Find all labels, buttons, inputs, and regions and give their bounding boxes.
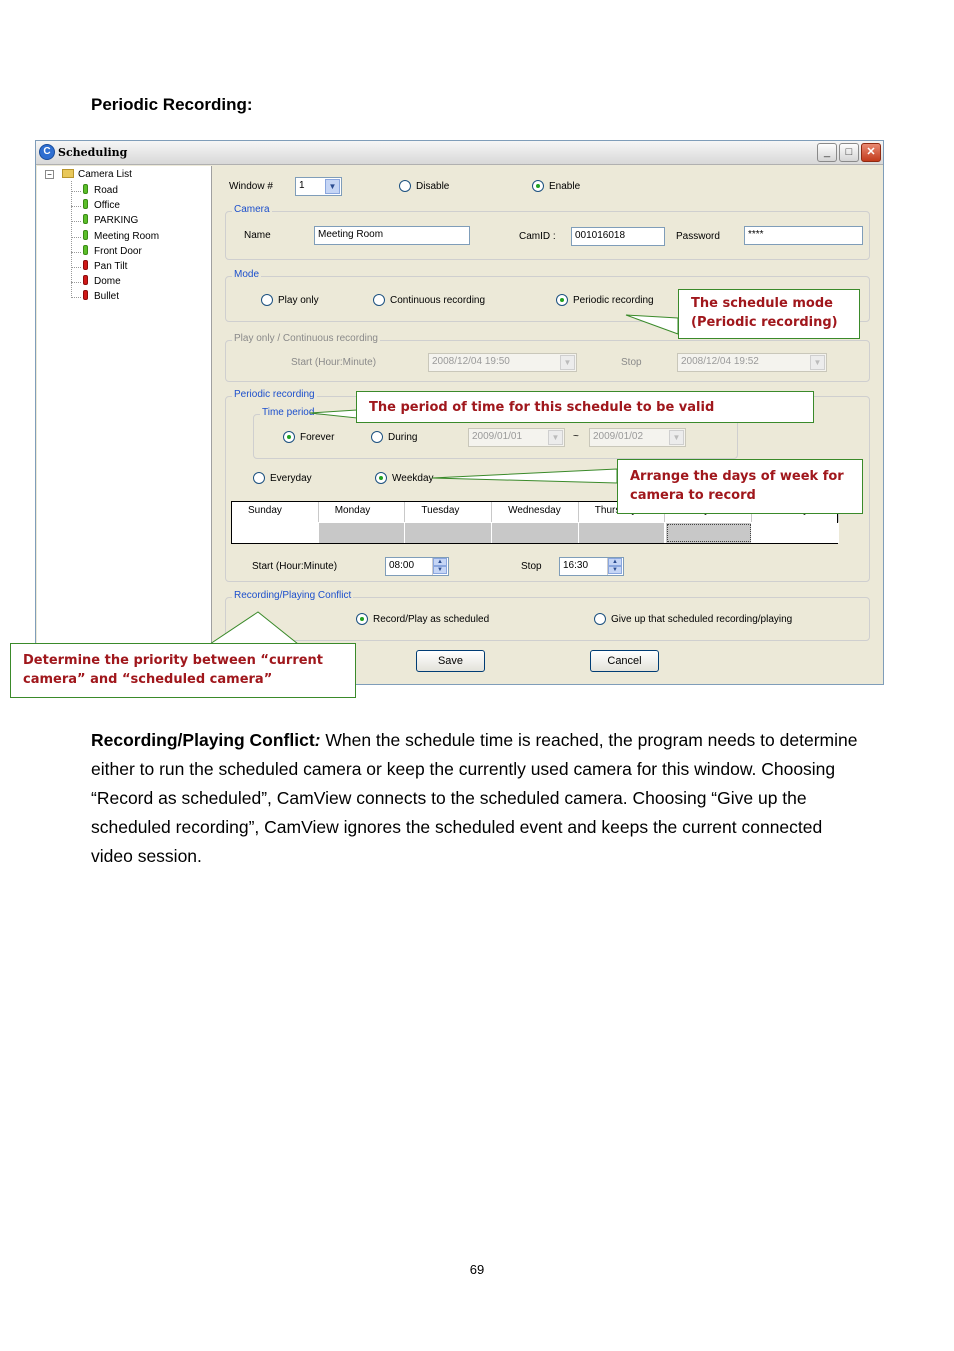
period-callout: The period of time for this schedule to …: [356, 391, 814, 423]
page-number: 69: [469, 1262, 485, 1277]
days-pointer: [431, 468, 618, 484]
priority-pointer: [208, 611, 300, 645]
body-paragraph: Recording/Playing Conflict: When the sch…: [91, 726, 861, 871]
schedule-mode-pointer: [625, 314, 679, 335]
period-pointer: [309, 409, 358, 419]
para-bold-b: Playing Conflict: [182, 730, 315, 750]
para-text: When the schedule time is reached, the p…: [91, 730, 858, 866]
priority-callout: Determine the priority between “current …: [10, 643, 356, 698]
schedule-mode-callout: The schedule mode (Periodic recording): [678, 289, 860, 339]
days-callout: Arrange the days of week for camera to r…: [617, 459, 863, 514]
para-bold-a: Recording: [91, 730, 178, 750]
